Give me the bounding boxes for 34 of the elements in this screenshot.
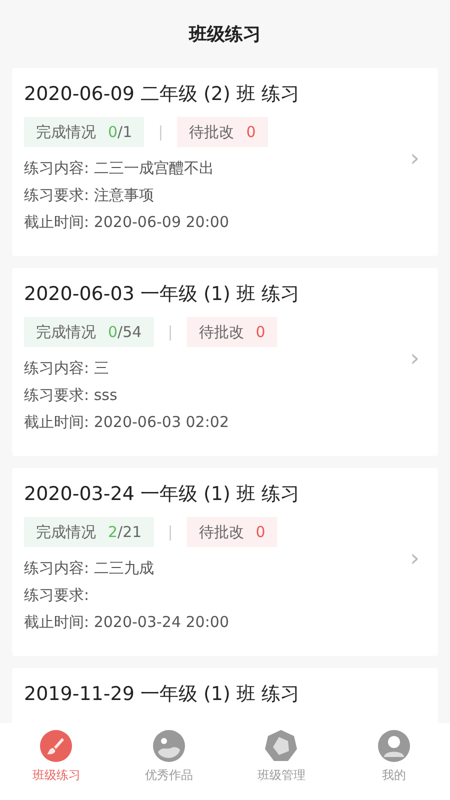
exercise-card[interactable]: 2020-06-09 二年级 (2) 班 练习 完成情况 0/1 | 待批改 0 练习内容: 二三一成宫醴不出 练习要求: 注意事项 截止时间: 2020-06-09 20:00 ›: [12, 68, 438, 256]
detail-line: 练习要求: sss: [24, 385, 118, 406]
detail-line: 截止时间: 2020-06-09 20:00: [24, 212, 230, 233]
pending-tag: 待批改 0: [177, 116, 268, 147]
exercise-title: 2020-03-24 一年级 (1) 班 练习: [24, 482, 300, 507]
chevron-icon: ›: [410, 140, 426, 176]
completion-tag: 完成情况 0/1: [24, 116, 144, 147]
exercise-card[interactable]: 2019-11-29 一年级 (1) 班 练习: [12, 668, 438, 723]
exercise-title: 2020-06-03 一年级 (1) 班 练习: [24, 282, 300, 307]
separator: |: [168, 522, 173, 542]
exercise-title: 2019-11-29 一年级 (1) 班 练习: [24, 682, 300, 707]
pending-tag: 待批改 0: [186, 316, 278, 347]
chevron-icon: ›: [410, 340, 426, 376]
detail-line: 练习内容: 二三一成宫醴不出: [24, 158, 215, 179]
chevron-icon: ›: [410, 540, 426, 576]
detail-line: 练习要求:: [24, 585, 90, 606]
separator: |: [168, 322, 173, 342]
detail-line: 练习要求: 注意事项: [24, 185, 155, 206]
pending-tag: 待批改 0: [186, 516, 278, 547]
completion-tag: 完成情况 2/21: [24, 516, 154, 547]
detail-line: 截止时间: 2020-06-03 02:02: [24, 412, 230, 433]
detail-line: 练习内容: 二三九成: [24, 558, 155, 579]
brush-icon: [40, 730, 72, 762]
page-title: 班级练习: [189, 22, 261, 46]
exercise-title: 2020-06-09 二年级 (2) 班 练习: [24, 82, 300, 107]
detail-line: 练习内容: 三: [24, 358, 110, 379]
person-icon: [378, 730, 410, 762]
exercise-card[interactable]: 2020-06-03 一年级 (1) 班 练习 完成情况 0/54 | 待批改 0 练习内容: 三 练习要求: sss 截止时间: 2020-06-03 02:02 ›: [12, 268, 438, 456]
completion-tag: 完成情况 0/54: [24, 316, 154, 347]
exercise-card[interactable]: 2020-03-24 一年级 (1) 班 练习 完成情况 2/21 | 待批改 0 练习内容: 二三九成 练习要求: 截止时间: 2020-03-24 20:00 ›: [12, 468, 438, 656]
gallery-icon: [152, 730, 185, 762]
polygon-icon: [265, 730, 298, 762]
detail-line: 截止时间: 2020-03-24 20:00: [24, 612, 230, 633]
separator: |: [158, 122, 164, 142]
